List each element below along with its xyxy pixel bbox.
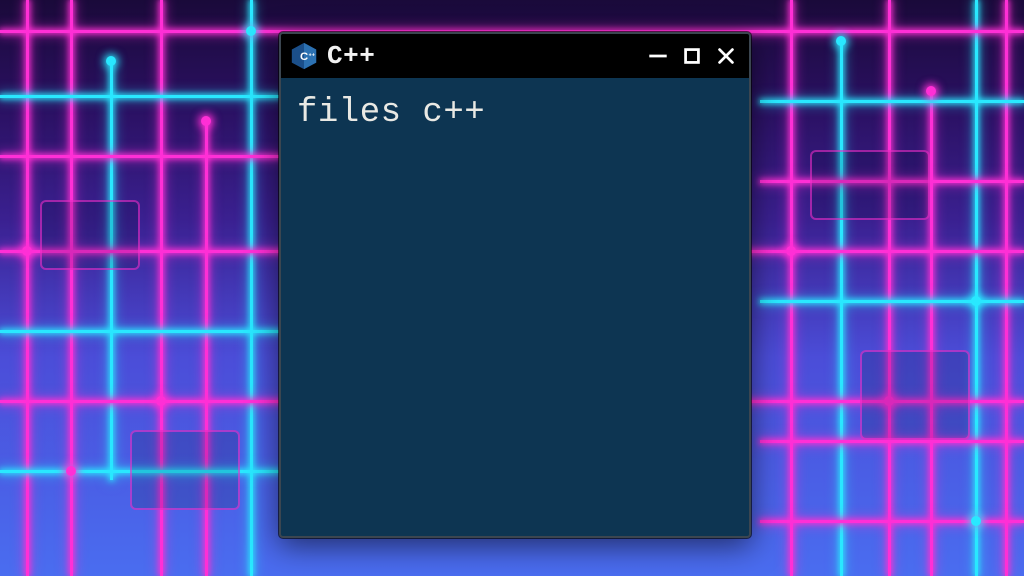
decorative-trace [0,95,280,98]
decorative-node [66,466,76,476]
decorative-trace [790,0,793,576]
decorative-node [836,36,846,46]
decorative-trace [840,40,843,576]
decorative-trace [70,0,73,576]
decorative-trace [760,300,1024,303]
decorative-chip [40,200,140,270]
decorative-node [971,296,981,306]
cpp-icon: C + + [289,41,319,71]
window-titlebar: C + + C++ [281,34,749,78]
decorative-node [22,246,32,256]
minimize-button[interactable] [645,43,671,69]
decorative-chip [810,150,930,220]
decorative-node [786,246,796,256]
decorative-trace [975,0,978,576]
decorative-chip [860,350,970,440]
decorative-node [106,56,116,66]
close-button[interactable] [713,43,739,69]
terminal-window: C + + C++ files c++ [279,32,751,538]
window-controls [645,43,739,69]
decorative-node [201,116,211,126]
decorative-trace [888,0,891,576]
decorative-trace [26,0,29,576]
decorative-trace [0,330,280,333]
svg-text:+: + [312,52,315,58]
decorative-trace [760,440,1024,443]
decorative-trace [1005,0,1008,576]
terminal-content[interactable]: files c++ [281,78,749,536]
terminal-line: files c++ [297,92,733,135]
decorative-trace [760,520,1024,523]
svg-text:+: + [309,52,312,58]
decorative-node [971,516,981,526]
decorative-trace [250,0,253,576]
decorative-chip [130,430,240,510]
decorative-node [926,86,936,96]
window-title: C++ [327,41,375,71]
decorative-trace [0,155,280,158]
decorative-node [156,396,166,406]
decorative-trace [110,60,113,480]
decorative-trace [930,90,933,576]
decorative-trace [760,100,1024,103]
maximize-button[interactable] [679,43,705,69]
svg-text:C: C [300,51,308,63]
